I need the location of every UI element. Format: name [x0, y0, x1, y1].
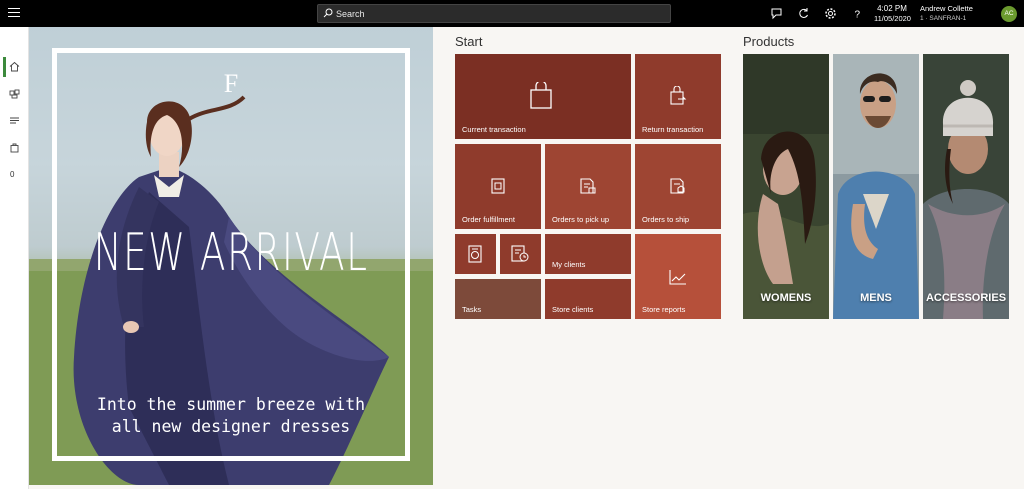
sidebar: 0 [0, 27, 29, 489]
product-label: MENS [860, 292, 892, 304]
tile-order-fulfillment[interactable]: Order fulfillment [455, 144, 541, 229]
tile-label: Store clients [552, 305, 594, 314]
search-placeholder: Search [336, 9, 365, 19]
hamburger-menu-icon[interactable] [8, 8, 20, 19]
tile-label: Tasks [462, 305, 482, 314]
sidebar-item-list[interactable] [0, 109, 29, 133]
sidebar-item-cart[interactable] [0, 136, 29, 160]
cart-count: 0 [10, 170, 15, 179]
hero-banner[interactable]: F NEW ARRIVAL Into the summer breeze wit… [29, 27, 433, 485]
tile-label: Store reports [642, 305, 686, 314]
top-bar: Search ? 4:02 PM 11/05/2020 Andrew Colle… [0, 0, 1024, 27]
avatar[interactable]: AC [1001, 6, 1017, 22]
tile-my-clients[interactable]: My clients [545, 234, 631, 274]
refresh-icon[interactable] [797, 7, 810, 20]
tile-store-reports[interactable]: Store reports [635, 234, 721, 319]
user-info[interactable]: Andrew Collette 1 · SANFRAN-1 [920, 4, 973, 24]
accessories-photo [923, 54, 1009, 319]
tile-label: Orders to pick up [552, 215, 610, 224]
chart-trend-icon [669, 270, 686, 285]
tile-tasks[interactable]: Tasks [455, 279, 541, 319]
user-name: Andrew Collette [920, 4, 973, 13]
tile-orders-to-ship[interactable]: Orders to ship [635, 144, 721, 229]
home-icon [9, 61, 20, 72]
ship-icon [670, 178, 685, 194]
bag-icon [10, 143, 19, 153]
clock: 4:02 PM 11/05/2020 [874, 4, 911, 24]
product-tile-mens[interactable]: MENS [833, 54, 919, 319]
product-tile-womens[interactable]: WOMENS [743, 54, 829, 319]
products-icon [9, 89, 20, 99]
list-icon [10, 117, 19, 124]
return-bag-icon [670, 86, 687, 105]
search-input[interactable]: Search [317, 4, 671, 23]
order-fulfillment-icon [491, 178, 505, 194]
hero-title: NEW ARRIVAL [93, 223, 369, 283]
tile-orders-to-pick-up[interactable]: Orders to pick up [545, 144, 631, 229]
search-icon [323, 8, 333, 18]
clock-time: 4:02 PM [877, 4, 907, 13]
tile-current-transaction[interactable]: Current transaction [455, 54, 631, 139]
tile-label: Order fulfillment [462, 215, 515, 224]
tile-label: Current transaction [462, 125, 526, 134]
timeclock-icon [468, 245, 482, 263]
tile-schedule[interactable] [500, 234, 541, 274]
chat-icon[interactable] [770, 7, 783, 20]
sidebar-item-products[interactable] [0, 82, 29, 106]
settings-icon[interactable] [824, 7, 837, 20]
store-id: 1 · SANFRAN-1 [920, 15, 967, 22]
shopping-bag-icon [530, 82, 552, 109]
product-label: ACCESSORIES [925, 292, 1007, 304]
product-label: WOMENS [760, 292, 812, 304]
tile-timeclock[interactable] [455, 234, 496, 274]
womens-photo [743, 54, 829, 319]
pickup-icon [580, 178, 596, 194]
tile-return-transaction[interactable]: Return transaction [635, 54, 721, 139]
mens-photo [833, 54, 919, 319]
tile-label: Orders to ship [642, 215, 690, 224]
tile-store-clients[interactable]: Store clients [545, 279, 631, 319]
tile-label: My clients [552, 260, 586, 269]
help-icon[interactable]: ? [851, 7, 864, 21]
clock-date: 11/05/2020 [874, 14, 911, 23]
schedule-icon [511, 245, 529, 262]
brand-logo: F [223, 69, 239, 98]
hero-subtitle: Into the summer breeze with all new desi… [96, 395, 366, 436]
start-heading: Start [455, 34, 483, 49]
product-tile-accessories[interactable]: ACCESSORIES [923, 54, 1009, 319]
tile-label: Return transaction [642, 125, 704, 134]
products-heading: Products [743, 34, 795, 49]
svg-text:?: ? [855, 10, 861, 21]
sidebar-item-count[interactable]: 0 [0, 163, 29, 187]
sidebar-item-home[interactable] [0, 55, 29, 79]
